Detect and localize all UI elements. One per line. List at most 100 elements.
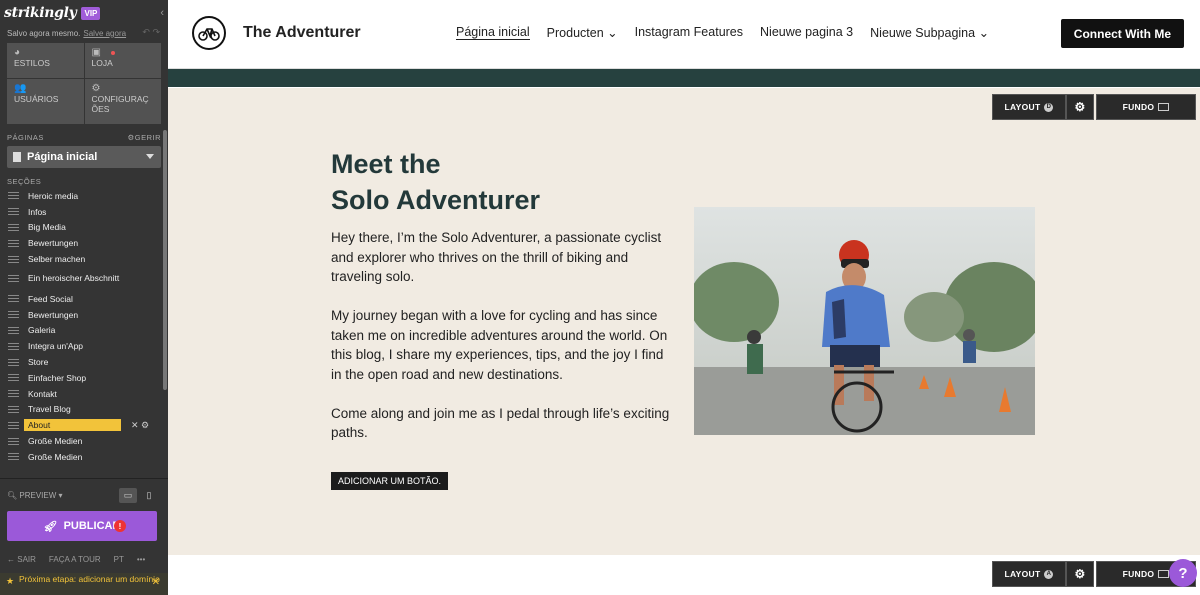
heading-line-1: Meet the — [331, 149, 441, 179]
manage-pages-link[interactable]: ⚙GERIR — [128, 133, 162, 142]
save-now-link[interactable]: Salve agora — [83, 29, 126, 38]
nav-products[interactable]: Producten ⌄ — [547, 25, 618, 40]
editor-tools: ◕ ESTILOS ▣ LOJA 👥 USUÁRIOS ⚙ CONFIGURAÇ… — [7, 43, 161, 124]
connect-button[interactable]: Connect With Me — [1060, 19, 1184, 48]
drag-handle-icon[interactable] — [8, 421, 19, 429]
section-actions[interactable]: ✕ ⚙ — [131, 420, 149, 431]
collapse-sidebar-icon[interactable]: ‹ — [160, 7, 164, 19]
section-item[interactable]: Große Medien — [0, 433, 168, 449]
pages-label: PÁGINAS — [7, 133, 44, 142]
close-icon[interactable]: ✕ — [152, 578, 160, 588]
users-button[interactable]: 👥 USUÁRIOS — [7, 79, 84, 124]
language-link[interactable]: PT — [114, 555, 124, 564]
page-selector[interactable]: Página inicial — [7, 146, 161, 168]
store-button[interactable]: ▣ LOJA — [84, 43, 161, 78]
background-label: FUNDO — [1122, 102, 1155, 112]
section-item[interactable]: Store — [0, 354, 168, 370]
section-item[interactable]: Selber machen — [0, 251, 168, 267]
exit-label: SAIR — [17, 554, 36, 564]
drag-handle-icon[interactable] — [8, 405, 19, 413]
section-item-label: About — [24, 419, 121, 432]
drag-handle-icon[interactable] — [8, 326, 19, 334]
add-button[interactable]: ADICIONAR UM BOTÃO. — [331, 472, 449, 490]
gear-icon: ⚙ — [1074, 100, 1086, 114]
bicycle-icon[interactable] — [192, 16, 226, 50]
styles-button[interactable]: ◕ ESTILOS — [7, 43, 84, 78]
drag-handle-icon[interactable] — [8, 239, 19, 247]
more-icon[interactable]: ••• — [137, 555, 145, 564]
mobile-icon[interactable]: ▯ — [140, 488, 158, 503]
desktop-icon[interactable]: ▭ — [119, 488, 137, 503]
section-item[interactable]: Galeria — [0, 323, 168, 339]
about-heading[interactable]: Meet the Solo Adventurer — [331, 146, 540, 218]
section-item[interactable]: Ein heroischer Abschnitt — [0, 267, 168, 291]
section-item-label: Store — [28, 357, 49, 368]
section-item[interactable]: Feed Social — [0, 291, 168, 307]
nav-home[interactable]: Página inicial — [456, 25, 530, 40]
section-item-label: Heroic media — [28, 190, 79, 201]
drag-handle-icon[interactable] — [8, 275, 19, 283]
drag-handle-icon[interactable] — [8, 208, 19, 216]
drag-handle-icon[interactable] — [8, 311, 19, 319]
image-icon — [1158, 103, 1170, 111]
section-settings-button[interactable]: ⚙ — [1066, 94, 1094, 120]
page-icon — [13, 152, 21, 162]
layout-button[interactable]: LAYOUT D — [992, 94, 1066, 120]
drag-handle-icon[interactable] — [8, 342, 19, 350]
site-navbar: The Adventurer Página inicial Producten … — [168, 0, 1200, 69]
background-button[interactable]: FUNDO — [1096, 94, 1196, 120]
drag-handle-icon[interactable] — [8, 255, 19, 263]
drag-handle-icon[interactable] — [8, 437, 19, 445]
publish-button[interactable]: 🚀︎ PUBLICAR ! — [7, 511, 157, 541]
section-item[interactable]: Kontakt — [0, 386, 168, 402]
background-label: FUNDO — [1122, 569, 1155, 579]
sidebar-scrollbar[interactable] — [163, 130, 167, 390]
tour-link[interactable]: FAÇA A TOUR — [49, 555, 101, 564]
help-button[interactable]: ? — [1169, 559, 1197, 587]
drag-handle-icon[interactable] — [8, 390, 19, 398]
drag-handle-icon[interactable] — [8, 223, 19, 231]
layout-button-next[interactable]: LAYOUT A — [992, 561, 1066, 587]
section-item[interactable]: About ✕ ⚙ — [0, 417, 168, 433]
strikingly-logo[interactable]: strikingly — [4, 5, 77, 21]
preview-dropdown[interactable]: 🔍︎ PREVIEW ▾ — [7, 491, 63, 500]
drag-handle-icon[interactable] — [8, 374, 19, 382]
drag-handle-icon[interactable] — [8, 358, 19, 366]
section-item[interactable]: Travel Blog — [0, 402, 168, 418]
next-step-text: Próxima etapa: adicionar um domínio — [19, 574, 160, 584]
settings-button[interactable]: ⚙ CONFIGURAÇ ÕES — [84, 79, 161, 124]
nav-instagram[interactable]: Instagram Features — [635, 25, 743, 40]
about-body[interactable]: Hey there, I’m the Solo Adventurer, a pa… — [331, 228, 676, 462]
image-icon — [1158, 570, 1170, 578]
section-item[interactable]: Bewertungen — [0, 235, 168, 251]
drag-handle-icon[interactable] — [8, 295, 19, 303]
nav-products-label: Producten — [546, 26, 604, 40]
drag-handle-icon[interactable] — [8, 192, 19, 200]
site-menu: Página inicial Producten ⌄ Instagram Fea… — [456, 25, 989, 40]
section-settings-button-next[interactable]: ⚙ — [1066, 561, 1094, 587]
section-item[interactable]: Integra un'App — [0, 338, 168, 354]
palette-icon: ◕ — [14, 47, 21, 58]
next-section: LAYOUT A ⚙ FUNDO ? — [168, 555, 1200, 595]
undo-redo-icons[interactable]: ↶ ↷ — [142, 27, 160, 38]
section-item[interactable]: Infos — [0, 204, 168, 220]
nav-page-3[interactable]: Nieuwe pagina 3 — [760, 25, 853, 40]
section-item-label: Infos — [28, 206, 47, 217]
settings-label: CONFIGURAÇ ÕES — [91, 94, 149, 114]
site-title[interactable]: The Adventurer — [243, 24, 361, 42]
drag-handle-icon[interactable] — [8, 453, 19, 461]
section-item[interactable]: Big Media — [0, 220, 168, 236]
section-item[interactable]: Bewertungen — [0, 307, 168, 323]
saved-text: Salvo agora mesmo. — [7, 28, 81, 38]
vip-badge: VIP — [81, 6, 101, 20]
exit-link[interactable]: ← SAIR — [7, 555, 36, 564]
nav-subpage[interactable]: Nieuwe Subpagina ⌄ — [870, 25, 989, 40]
section-item-label: Einfacher Shop — [28, 372, 87, 383]
cyclist-photo[interactable] — [694, 207, 1035, 435]
section-item[interactable]: Heroic media — [0, 188, 168, 204]
next-step-banner[interactable]: ★ Próxima etapa: adicionar um domínio ✕ — [0, 573, 168, 595]
section-item[interactable]: Einfacher Shop — [0, 370, 168, 386]
section-item[interactable]: Große Medien — [0, 449, 168, 465]
layout-label: LAYOUT — [1004, 102, 1041, 112]
section-item-label: Kontakt — [28, 388, 57, 399]
